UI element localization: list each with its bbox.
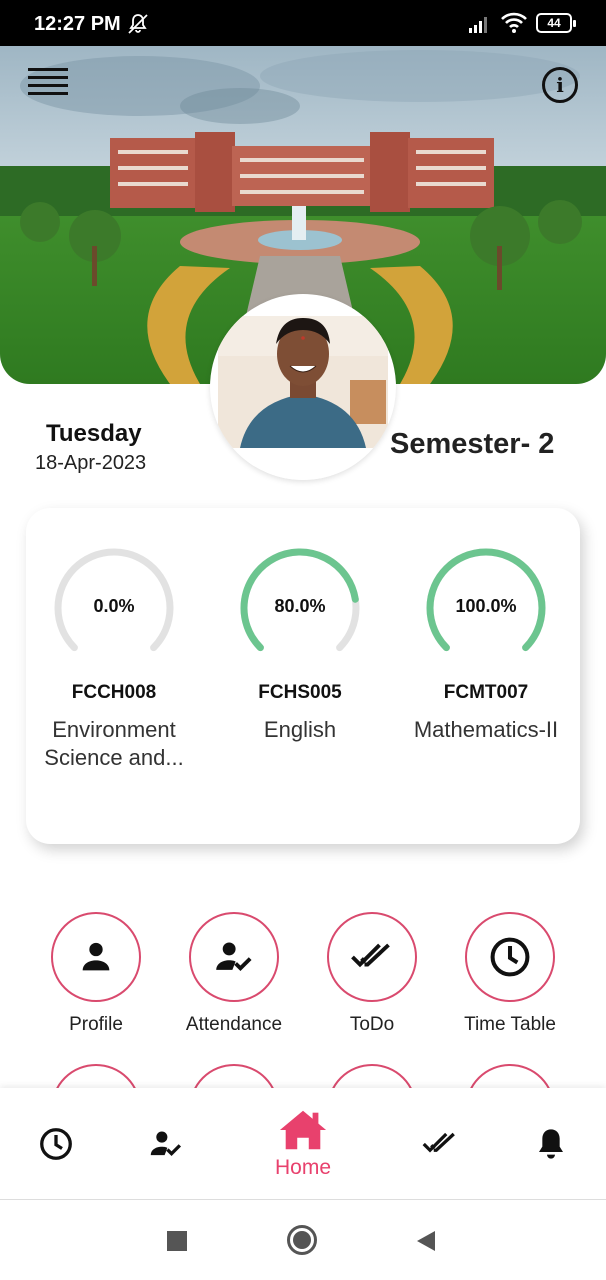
double-check-icon [351,943,390,968]
subject-item[interactable]: 0.0% FCCH008 Environment Science and... [24,548,204,772]
attendance-label: Attendance [185,1014,283,1035]
signal-icon [469,17,487,33]
system-navigation-bar [0,1200,606,1280]
attendance-gauge: 0.0% [49,548,179,668]
bottom-navigation: Home [0,1088,606,1199]
attendance-gauge: 100.0% [421,548,551,668]
recents-icon[interactable] [166,1230,188,1252]
todo-label: ToDo [349,1014,395,1035]
wifi-icon [501,12,527,33]
attendance-gauge: 80.0% [235,548,365,668]
subject-code: FCMT007 [443,682,529,703]
nav-todo[interactable] [418,1088,462,1199]
attendance-button[interactable]: Attendance [174,912,294,1036]
clock-icon [40,1127,72,1160]
avatar[interactable] [210,294,396,480]
bell-off-icon [128,14,148,34]
person-check-icon [150,1131,182,1156]
status-time: 12:27 PM [34,13,121,35]
attendance-percent: 0.0% [93,596,135,616]
attendance-percent: 80.0% [274,596,326,616]
bell-icon [539,1128,563,1159]
profile-label: Profile [69,1014,123,1035]
nav-home[interactable]: Home [260,1088,346,1199]
system-home-icon[interactable] [286,1224,318,1256]
todo-button[interactable]: ToDo [312,912,432,1036]
person-icon [82,942,110,971]
semester-label: Semester- 2 [390,428,555,460]
time-table-label: Time Table [464,1014,556,1035]
subject-code: FCHS005 [258,682,342,703]
nav-home-label: Home [274,1155,332,1179]
status-bar: 12:27 PM 44 [0,0,606,46]
subject-name: English [263,717,337,742]
subject-name: Mathematics-II [413,717,559,742]
subject-item[interactable]: 80.0% FCHS005 English [210,548,390,744]
battery-indicator: 44 [536,13,576,33]
attendance-percent: 100.0% [455,596,517,616]
person-check-icon [216,942,252,972]
back-icon[interactable] [414,1229,438,1253]
time-table-button[interactable]: Time Table [450,912,570,1036]
subject-item[interactable]: 100.0% FCMT007 Mathematics-II [396,548,576,744]
double-check-icon [422,1132,455,1153]
subject-name: Environment Science and... [44,717,184,770]
subject-progress-card: 0.0% FCCH008 Environment Science and... … [26,508,580,844]
nav-attendance[interactable] [146,1088,186,1199]
profile-button[interactable]: Profile [36,912,156,1036]
info-icon[interactable]: i [542,67,578,103]
hamburger-menu-icon[interactable] [28,68,68,102]
subject-code: FCCH008 [71,682,157,703]
nav-timetable[interactable] [34,1088,78,1199]
home-icon [279,1110,327,1149]
current-day: Tuesday [46,420,142,447]
clock-icon [490,937,530,977]
nav-notifications[interactable] [534,1088,568,1199]
current-date: 18-Apr-2023 [35,452,147,474]
